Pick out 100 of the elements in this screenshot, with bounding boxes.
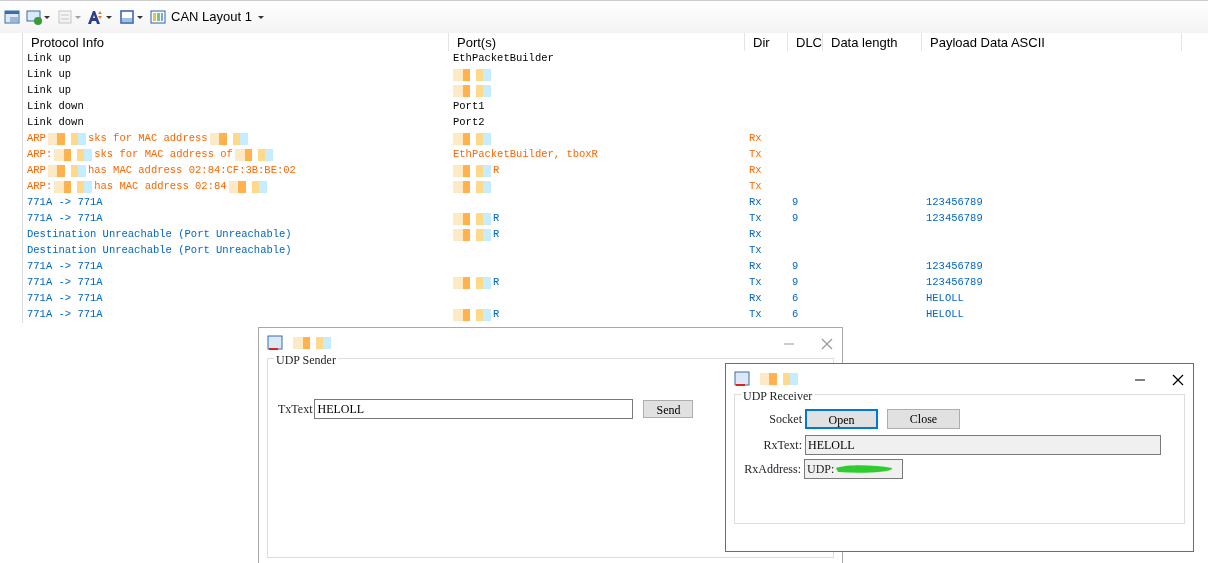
- globe-window-button[interactable]: [26, 9, 51, 25]
- redacted-patch: [834, 463, 895, 475]
- cell-text: Link up: [27, 83, 72, 99]
- redacted-patch: [453, 165, 491, 177]
- panel-button[interactable]: [119, 9, 144, 25]
- cell-text: R: [493, 275, 500, 291]
- payload-cell: 123456789: [926, 275, 983, 291]
- text-field[interactable]: UDP:: [804, 459, 903, 479]
- field-label: RxText:: [762, 437, 802, 454]
- column-header[interactable]: Payload Data ASCII: [922, 33, 1182, 51]
- payload-cell: HELOLL: [926, 291, 964, 307]
- redacted-patch: [54, 149, 93, 161]
- cell-text: EthPacketBuilder, tboxR: [453, 147, 598, 163]
- direction-cell: Tx: [749, 307, 762, 323]
- app-icon: [267, 335, 285, 351]
- cell-text: 771A -> 771A: [27, 211, 103, 227]
- redacted-patch: [453, 277, 491, 289]
- cell-text: ARP: [27, 131, 46, 147]
- redacted-patch: [453, 229, 491, 241]
- cell-text: Destination Unreachable (Port Unreachable): [27, 227, 292, 243]
- redacted-patch: [453, 133, 491, 145]
- dlc-cell: 9: [792, 195, 799, 211]
- redacted-patch: [453, 181, 491, 193]
- direction-cell: Rx: [749, 259, 762, 275]
- cell-text: Destination Unreachable (Port Unreachable): [27, 243, 292, 259]
- cell-text: R: [493, 227, 500, 243]
- cell-text: Link up: [27, 51, 72, 67]
- cell-text: 771A -> 771A: [27, 307, 103, 323]
- caret-icon: [136, 14, 144, 20]
- cell-text: 771A -> 771A: [27, 291, 103, 307]
- direction-cell: Tx: [749, 275, 762, 291]
- cell-text: EthPacketBuilder: [453, 51, 554, 67]
- direction-cell: Rx: [749, 227, 762, 243]
- dlc-cell: 9: [792, 275, 799, 291]
- direction-cell: Tx: [749, 147, 762, 163]
- direction-cell: Rx: [749, 131, 762, 147]
- redacted-patch: [234, 149, 273, 161]
- list-icon: [57, 9, 73, 25]
- redacted-patch: [453, 85, 491, 97]
- direction-cell: Rx: [749, 163, 762, 179]
- cell-text: R: [493, 307, 500, 323]
- app-icon: [734, 371, 752, 387]
- dlc-cell: 6: [792, 291, 799, 307]
- payload-cell: HELOLL: [926, 307, 964, 323]
- dlc-cell: 6: [792, 307, 799, 323]
- payload-cell: 123456789: [926, 211, 983, 227]
- payload-cell: 123456789: [926, 259, 983, 275]
- cell-text: Port2: [453, 115, 485, 131]
- cell-text: 771A -> 771A: [27, 259, 103, 275]
- layout-button[interactable]: CAN Layout 1: [150, 7, 265, 27]
- caret-icon: [43, 14, 51, 20]
- text-field[interactable]: HELOLL: [314, 399, 634, 419]
- redacted-patch: [47, 165, 86, 177]
- columns-icon: [150, 9, 166, 25]
- column-header[interactable]: Dir: [745, 33, 788, 51]
- window-button[interactable]: [4, 9, 20, 25]
- caret-icon: [256, 14, 265, 20]
- dlc-cell: 9: [792, 259, 799, 275]
- redacted-patch: [760, 373, 798, 385]
- field-label: TxText: [278, 401, 313, 418]
- cell-text: 771A -> 771A: [27, 275, 103, 291]
- font-size-button[interactable]: [88, 9, 113, 25]
- text-field[interactable]: HELOLL: [805, 435, 1161, 455]
- cell-text: R: [493, 163, 500, 179]
- send-button[interactable]: Send: [643, 400, 694, 418]
- caret-icon: [105, 14, 113, 20]
- direction-cell: Rx: [749, 291, 762, 307]
- column-header[interactable]: Protocol Info: [23, 33, 449, 51]
- cell-text: Link down: [27, 99, 84, 115]
- cell-text: has MAC address 02:84:CF:3B:BE:02: [87, 163, 296, 179]
- column-header[interactable]: DLC: [788, 33, 823, 51]
- column-header[interactable]: Port(s): [449, 33, 745, 51]
- cell-text: 771A -> 771A: [27, 195, 103, 211]
- field-label: Socket: [768, 411, 802, 428]
- panel-icon: [119, 9, 135, 25]
- cell-text: sks for MAC address of: [94, 147, 233, 163]
- redacted-patch: [47, 133, 86, 145]
- close-button[interactable]: Close: [887, 409, 960, 429]
- open-button[interactable]: Open: [805, 409, 878, 429]
- direction-cell: Tx: [749, 243, 762, 259]
- redacted-patch: [228, 181, 267, 193]
- cell-text: Link down: [27, 115, 84, 131]
- cell-text: sks for MAC address: [87, 131, 208, 147]
- redacted-patch: [453, 213, 491, 225]
- cell-text: ARP: [27, 163, 46, 179]
- direction-cell: Tx: [749, 211, 762, 227]
- redacted-patch: [293, 337, 331, 349]
- redacted-patch: [54, 181, 93, 193]
- cell-text: R: [493, 211, 500, 227]
- close-icon[interactable]: [1171, 373, 1185, 388]
- redacted-patch: [209, 133, 248, 145]
- cell-text: ARP:: [27, 179, 53, 195]
- caret-icon: [74, 14, 82, 20]
- dlc-cell: 9: [792, 211, 799, 227]
- redacted-patch: [453, 309, 491, 321]
- redacted-patch: [453, 69, 491, 81]
- direction-cell: Rx: [749, 195, 762, 211]
- direction-cell: Tx: [749, 179, 762, 195]
- column-header[interactable]: Data length: [823, 33, 922, 51]
- globe-window-icon: [26, 9, 42, 25]
